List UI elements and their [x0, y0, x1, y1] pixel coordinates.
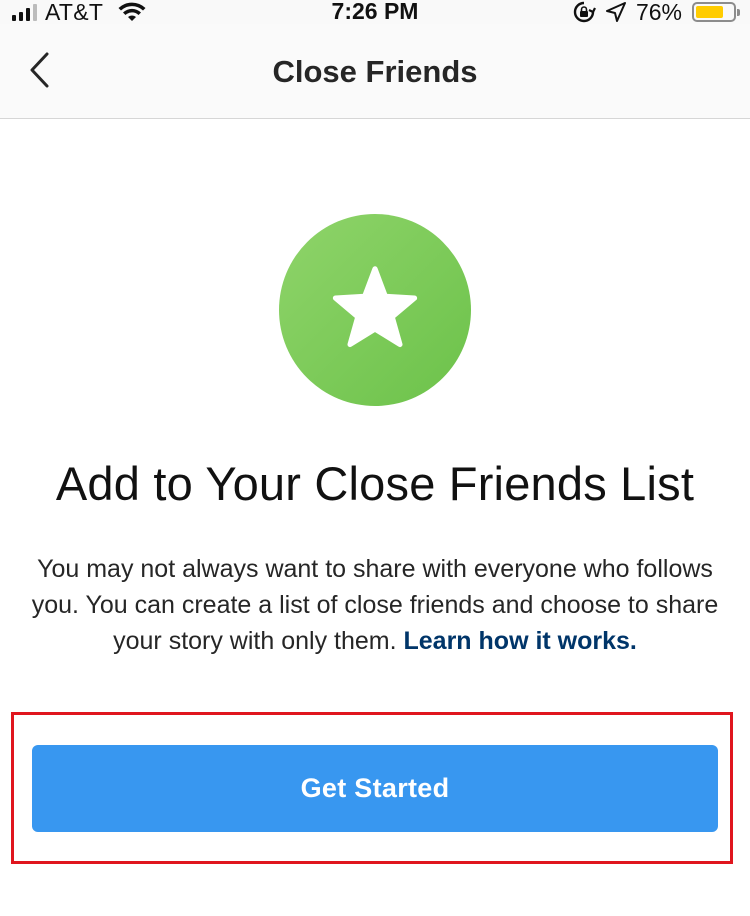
battery-icon — [692, 2, 740, 22]
lock-rotation-icon — [573, 1, 596, 23]
battery-fill — [696, 6, 724, 18]
status-bar: AT&T 7:26 PM 76% — [0, 0, 750, 25]
page-title: Close Friends — [272, 54, 478, 89]
star-icon — [332, 266, 418, 348]
close-friends-badge — [279, 214, 471, 406]
learn-how-it-works-link[interactable]: Learn how it works. — [404, 627, 637, 655]
battery-tip — [737, 9, 740, 16]
navigation-header: Close Friends — [0, 24, 750, 119]
location-icon — [605, 2, 626, 22]
headline: Add to Your Close Friends List — [55, 457, 695, 510]
status-right: 76% — [572, 0, 742, 25]
get-started-button[interactable]: Get Started — [32, 745, 718, 832]
description-text: You may not always want to share with ev… — [26, 551, 724, 659]
